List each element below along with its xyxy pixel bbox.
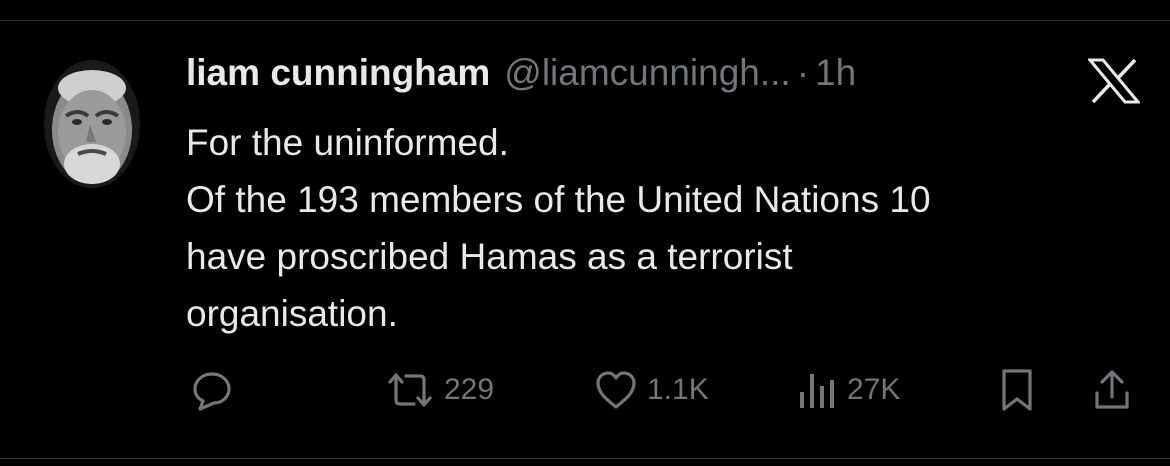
author-name[interactable]: liam cunningham [186, 52, 490, 94]
avatar-image [44, 60, 140, 188]
tweet-actions: 229 1.1K 27K [0, 364, 1170, 416]
views-count: 27K [847, 373, 901, 406]
share-button[interactable] [1092, 364, 1132, 416]
x-logo-icon [1086, 58, 1142, 104]
bottom-divider [0, 458, 1170, 459]
tweet-line: organisation. [186, 293, 398, 334]
top-divider [0, 20, 1170, 21]
retweet-icon [388, 373, 432, 407]
retweet-count: 229 [444, 373, 495, 406]
tweet-line: Of the 193 members of the United Nations… [186, 179, 931, 220]
like-button[interactable]: 1.1K [593, 364, 709, 416]
author-handle[interactable]: @liamcunningh... [504, 52, 790, 94]
avatar[interactable] [44, 60, 140, 188]
tweet-header: liam cunningham @liamcunningh... · 1h [186, 52, 856, 102]
bookmark-icon [1002, 369, 1032, 411]
share-icon [1095, 370, 1129, 409]
views-icon [800, 374, 834, 408]
separator-dot: · [796, 52, 810, 93]
reply-icon [193, 372, 231, 411]
timestamp[interactable]: 1h [815, 52, 856, 94]
tweet-text: For the uninformed. Of the 193 members o… [186, 114, 1136, 342]
views-button[interactable]: 27K [795, 364, 900, 416]
retweet-button[interactable]: 229 [384, 364, 494, 416]
tweet-line: For the uninformed. [186, 122, 509, 163]
bookmark-button[interactable] [999, 364, 1035, 416]
heart-icon [596, 371, 636, 409]
like-count: 1.1K [647, 373, 709, 406]
tweet-line: have proscribed Hamas as a terrorist [186, 236, 793, 277]
reply-button[interactable] [190, 364, 234, 416]
